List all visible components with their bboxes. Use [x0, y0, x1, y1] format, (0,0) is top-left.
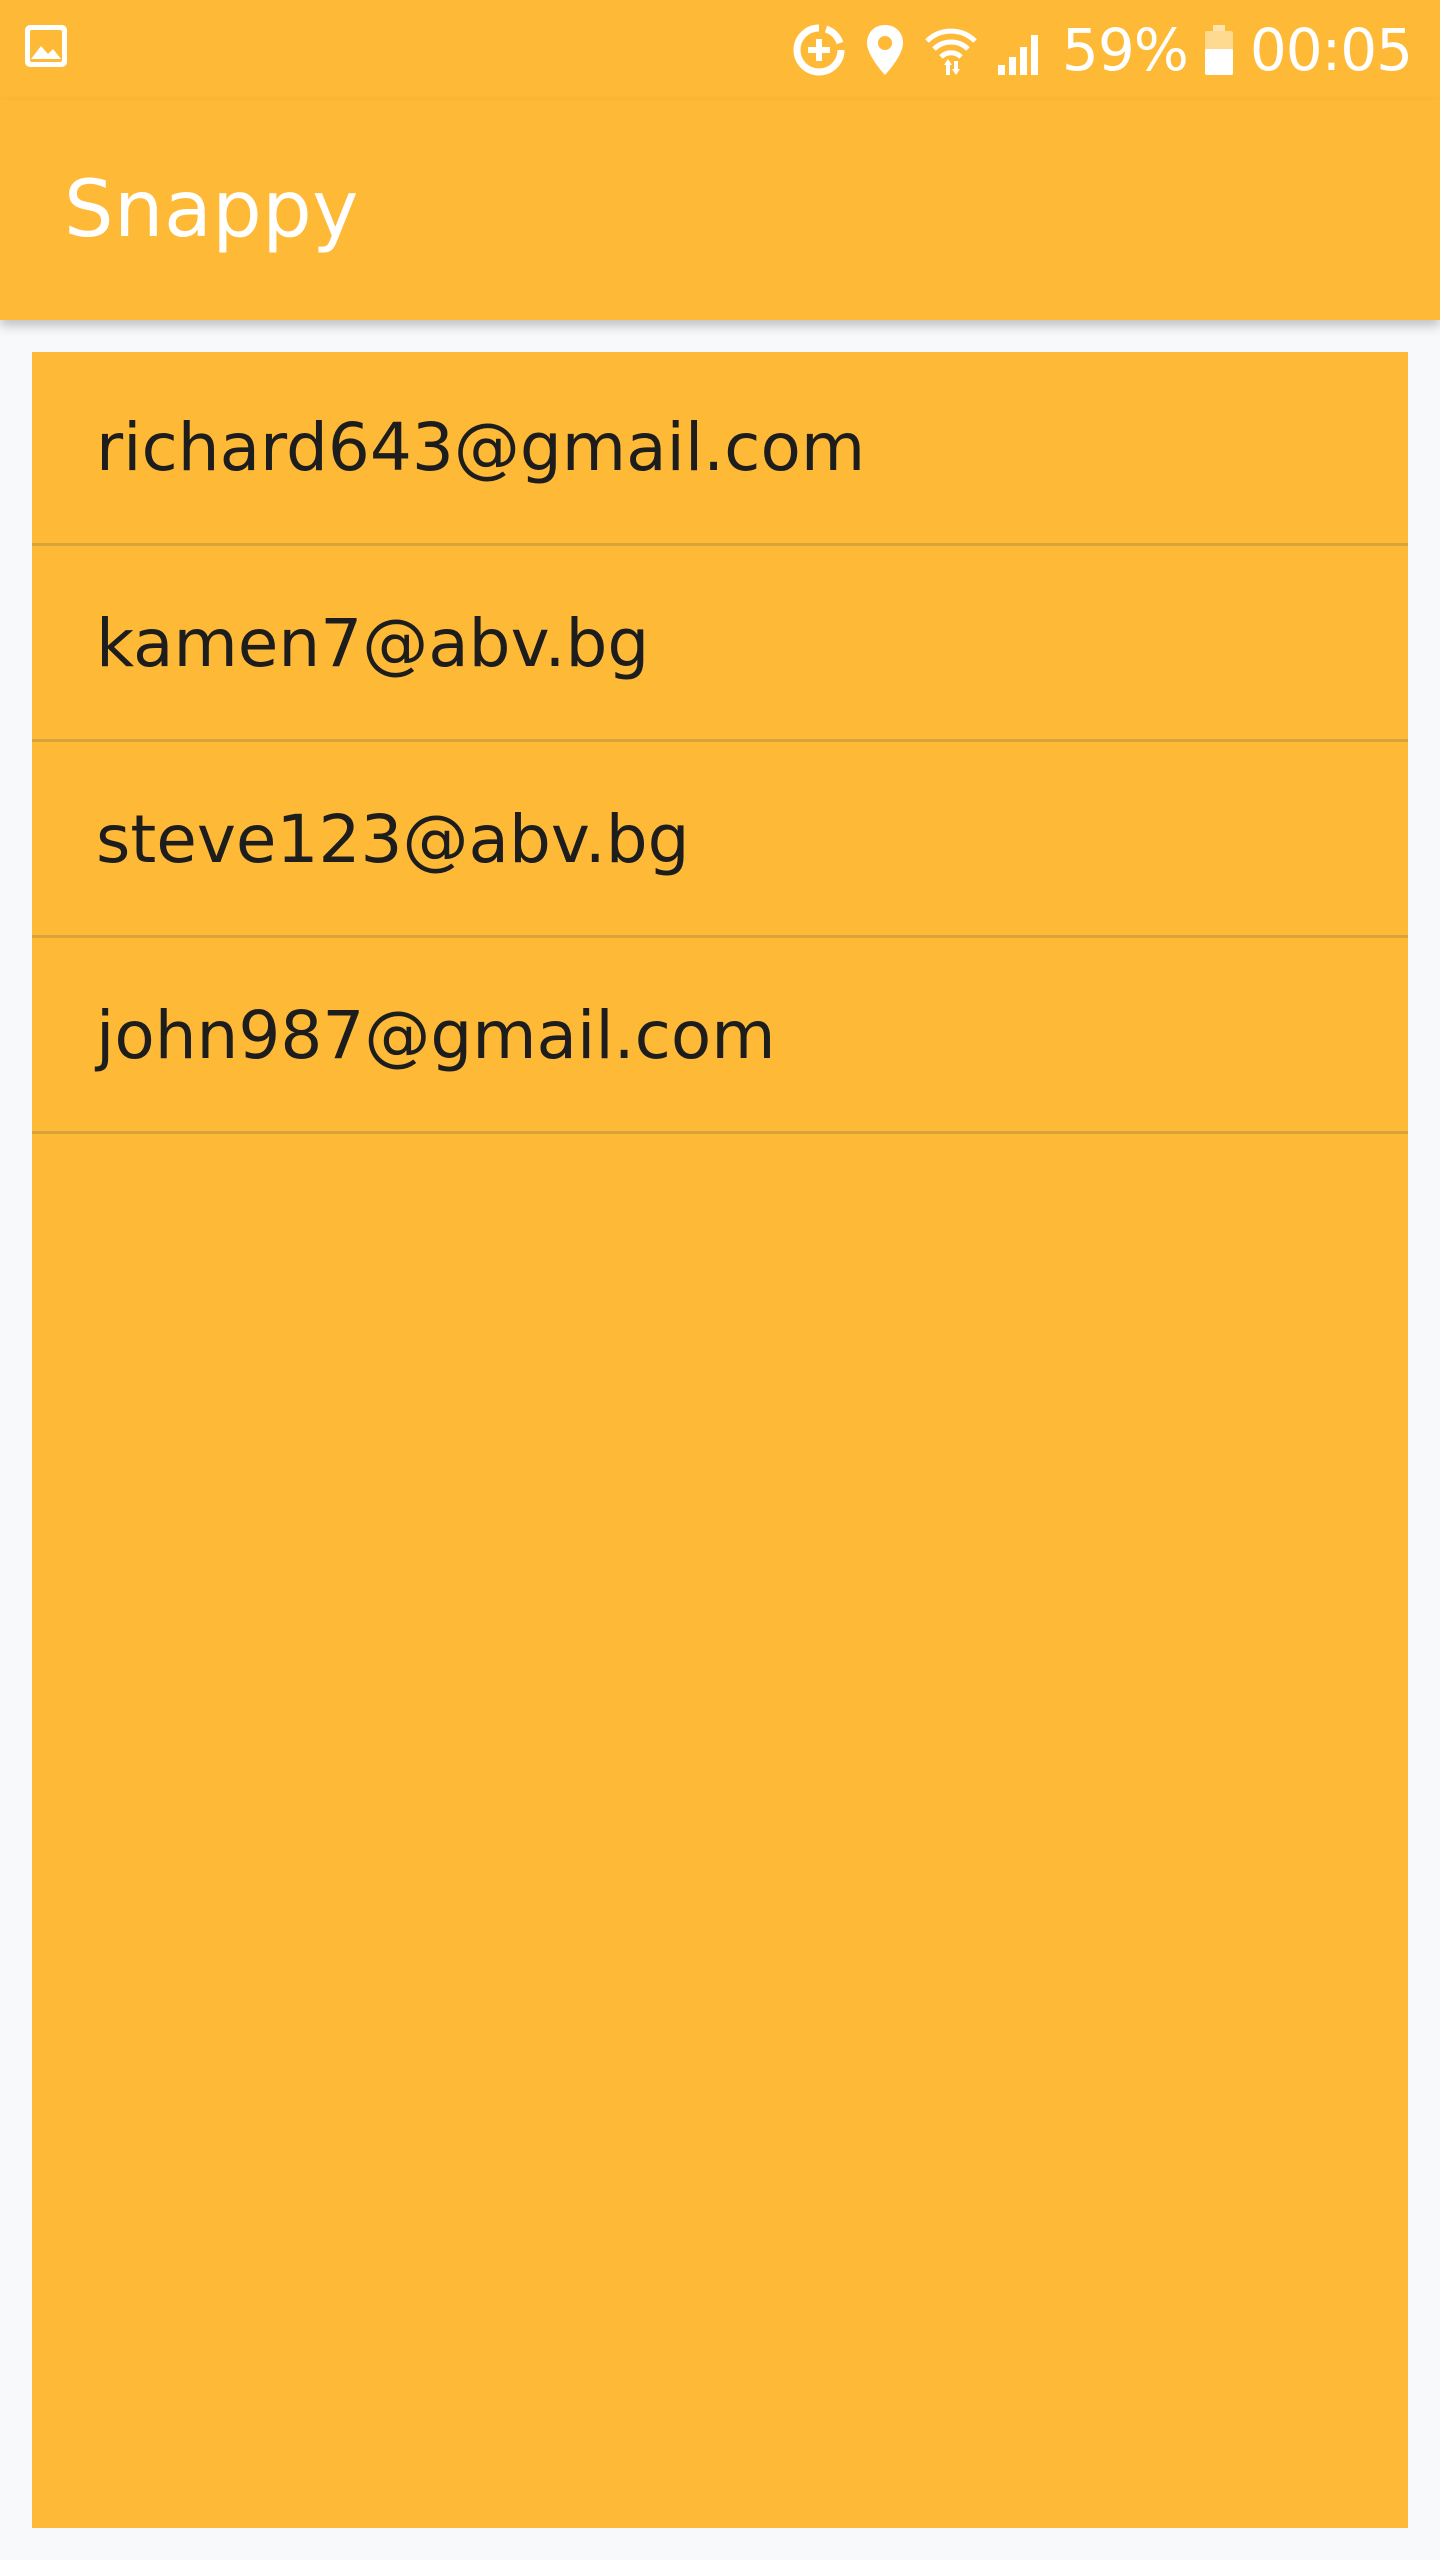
clock: 00:05	[1249, 16, 1413, 84]
email-address: steve123@abv.bg	[96, 801, 690, 878]
status-bar: 59% 00:05	[0, 0, 1440, 100]
location-icon	[862, 21, 908, 79]
signal-icon	[994, 21, 1048, 79]
email-address: richard643@gmail.com	[96, 409, 866, 486]
wifi-icon	[922, 21, 980, 79]
app-bar: Snappy	[0, 100, 1440, 320]
email-address: kamen7@abv.bg	[96, 605, 650, 682]
data-saver-icon	[790, 21, 848, 79]
email-list-card: richard643@gmail.com kamen7@abv.bg steve…	[32, 352, 1408, 2528]
email-list-item[interactable]: richard643@gmail.com	[32, 352, 1408, 546]
email-list: richard643@gmail.com kamen7@abv.bg steve…	[32, 352, 1408, 1134]
battery-percent: 59%	[1061, 16, 1189, 84]
app-title: Snappy	[64, 165, 359, 255]
status-icons: 59% 00:05	[790, 12, 1413, 88]
email-list-item[interactable]: steve123@abv.bg	[32, 744, 1408, 938]
gallery-icon	[22, 22, 70, 70]
battery-icon	[1202, 21, 1236, 79]
email-list-item[interactable]: john987@gmail.com	[32, 940, 1408, 1134]
email-address: john987@gmail.com	[96, 997, 776, 1074]
email-list-item[interactable]: kamen7@abv.bg	[32, 548, 1408, 742]
